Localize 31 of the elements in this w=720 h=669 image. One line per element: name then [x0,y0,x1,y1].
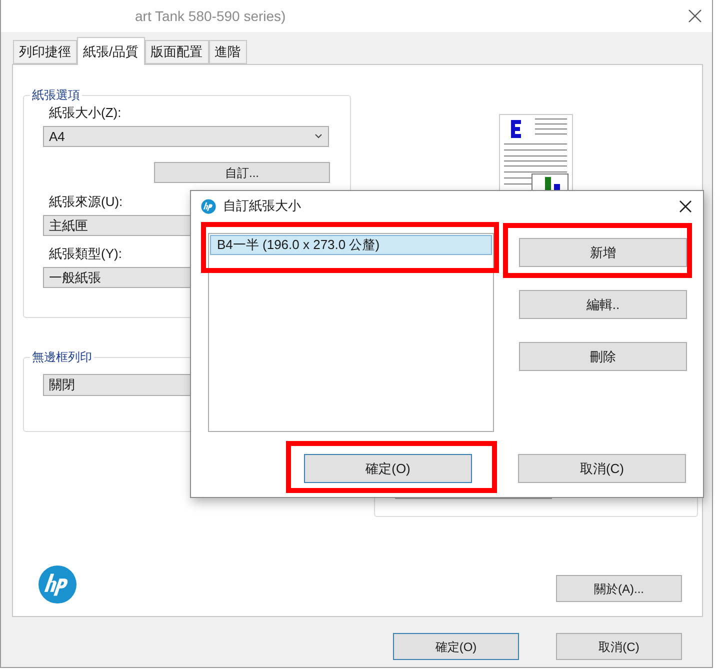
list-item[interactable]: B4一半 (196.0 x 273.0 公釐) [210,235,492,255]
cancel-button[interactable]: 取消(C) [518,454,686,483]
field-label: 紙張類型(Y): [49,247,122,261]
tab[interactable]: 版面配置 [144,40,209,64]
cancel-button[interactable]: 取消(C) [556,633,682,660]
tab[interactable]: 進階 [208,40,247,64]
custom-button[interactable]: 自訂... [154,162,330,183]
dropdown-value: 一般紙張 [49,270,101,284]
close-button[interactable] [686,7,704,25]
window-title: art Tank 580-590 series) [135,6,286,26]
ok-button[interactable]: 確定(O) [393,633,519,660]
about-button[interactable]: 關於(A)... [556,575,682,602]
close-button[interactable] [677,198,693,214]
ok-button[interactable]: 確定(O) [304,454,472,483]
add-button[interactable]: 新增 [519,238,687,267]
field-label: 紙張大小(Z): [49,106,122,120]
edit-button[interactable]: 編輯.. [519,290,687,319]
delete-button[interactable]: 刪除 [519,342,687,371]
group-title: 紙張選項 [30,88,82,102]
dropdown-value: 關閉 [49,378,75,392]
dialog-title: 自訂紙張大小 [223,197,301,216]
dropdown-value: A4 [49,130,65,144]
dropdown-value: 主紙匣 [49,218,88,232]
field-label: 紙張來源(U): [49,195,123,209]
group-title: 無邊框列印 [30,350,94,364]
tab[interactable]: 列印捷徑 [13,40,77,64]
chevron-down-icon [315,134,322,139]
dropdown[interactable]: A4 [43,126,329,147]
tab[interactable]: 紙張/品質 [77,37,145,65]
hp-logo-icon [201,198,216,214]
hp-logo-icon [38,565,77,604]
